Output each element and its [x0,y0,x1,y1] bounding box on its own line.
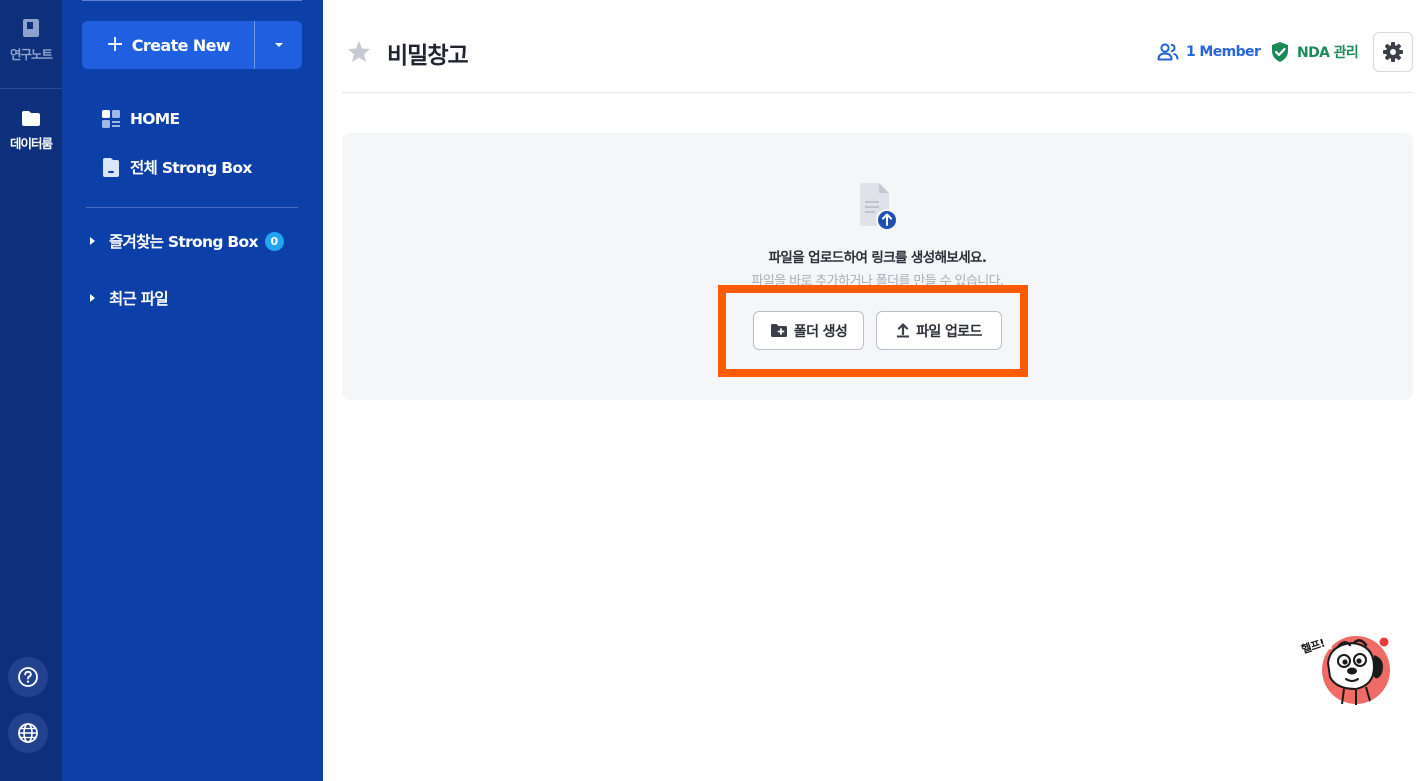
notebook-icon [23,19,39,37]
header-divider [342,92,1413,93]
dashboard-icon [100,108,122,130]
upload-file-button[interactable]: 파일 업로드 [876,311,1002,350]
create-new-dropdown-button[interactable] [255,21,302,69]
create-folder-button[interactable]: 폴더 생성 [753,311,864,350]
page-title: 비밀창고 [387,43,469,69]
favorites-count-badge: 0 [264,231,284,251]
upload-icon [896,323,910,338]
create-new-label: Create New [131,35,231,55]
caret-right-icon [90,237,95,245]
users-icon [1157,43,1179,61]
globe-icon [18,723,38,743]
caret-down-icon [274,43,283,47]
file-upload-icon [860,183,898,231]
question-icon [18,667,38,687]
sidebar-item-home[interactable]: HOME [100,106,180,132]
sidebar-item-all-strongbox[interactable]: 전체 Strong Box [100,154,252,180]
favorites-label: 즐겨찾는 Strong Box [109,233,258,251]
sidebar-divider [86,207,298,208]
member-label: 1 Member [1186,44,1261,60]
nda-label: NDA 관리 [1297,45,1359,61]
sidebar-tree-recent-files[interactable]: 최근 파일 [90,285,169,311]
left-rail: 연구노트 데이터룸 [0,0,62,781]
gear-icon [1383,42,1403,62]
help-button[interactable] [8,657,48,697]
rail-item-research-notes[interactable]: 연구노트 [0,18,62,63]
box-icon [100,156,122,178]
sidebar-item-home-label: HOME [130,110,180,128]
empty-state-title: 파일을 업로드하여 링크를 생성해보세요. [768,250,987,266]
sidebar-tree-favorites[interactable]: 즐겨찾는 Strong Box 0 [90,228,284,254]
language-button[interactable] [8,713,48,753]
create-new-split-button: + Create New [82,21,302,69]
sidebar: + Create New HOME 전체 Strong Box 즐겨찾는 Str… [62,0,323,781]
rail-item-dataroom[interactable]: 데이터룸 [0,110,62,152]
caret-right-icon [90,294,95,302]
rail-label-dataroom: 데이터룸 [9,136,53,151]
rail-label-research-notes: 연구노트 [9,47,53,62]
empty-state-panel: 파일을 업로드하여 링크를 생성해보세요. 파일을 바로 추가하거나 폴더를 만… [342,133,1413,400]
shield-check-icon [1270,41,1290,63]
favorite-star-icon[interactable] [347,40,371,63]
nda-management-button[interactable]: NDA 관리 [1270,40,1359,64]
create-folder-label: 폴더 생성 [793,323,848,340]
recent-files-label: 최근 파일 [109,290,169,308]
sidebar-top-divider [82,0,302,1]
rail-divider [0,88,62,89]
sidebar-item-all-strongbox-label: 전체 Strong Box [130,159,252,177]
plus-icon: + [105,32,124,57]
folder-plus-icon [770,323,788,338]
member-button[interactable]: 1 Member [1157,40,1261,64]
folder-icon [22,111,40,126]
app-root: 연구노트 데이터룸 + Create New HOME 전체 Strong Bo… [0,0,1421,781]
create-new-button[interactable]: + Create New [82,21,254,69]
settings-button[interactable] [1373,32,1413,72]
upload-file-label: 파일 업로드 [916,323,982,340]
